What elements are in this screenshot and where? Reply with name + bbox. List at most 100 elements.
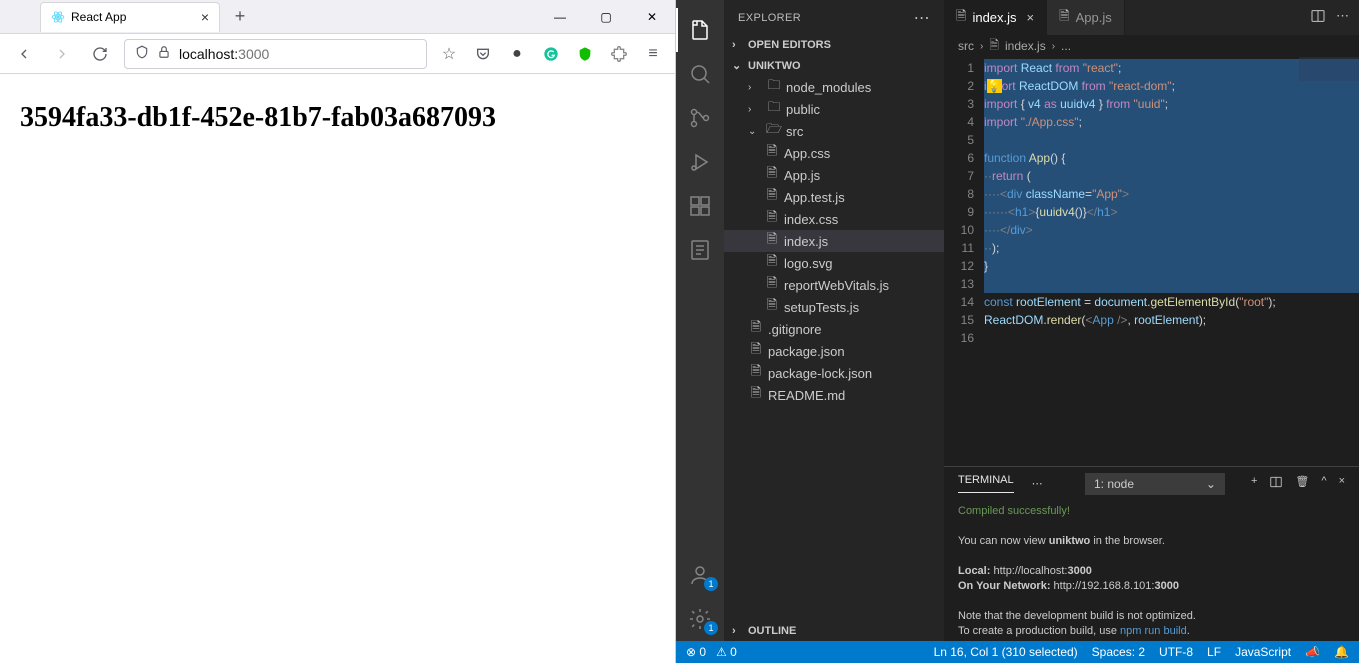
status-bell-icon[interactable]: 🔔: [1334, 645, 1349, 659]
shield-icon: [135, 45, 149, 62]
bottom-panel: TERMINAL ⋯ 1: node⌄ + 🗑 ^ × Compiled suc…: [944, 466, 1359, 641]
activity-todo[interactable]: [676, 228, 724, 272]
explorer-label: EXPLORER: [738, 12, 801, 24]
activity-bar: 1 1: [676, 0, 724, 641]
status-feedback-icon[interactable]: 📣: [1305, 645, 1320, 659]
file-setup-tests[interactable]: 🗎setupTests.js: [724, 296, 944, 318]
activity-extensions[interactable]: [676, 184, 724, 228]
menu-icon[interactable]: ≡: [641, 42, 665, 66]
file-icon: 🗎: [764, 277, 780, 293]
minimap[interactable]: [1299, 57, 1359, 117]
panel-tab-terminal[interactable]: TERMINAL: [958, 474, 1014, 493]
close-panel-icon[interactable]: ×: [1339, 475, 1345, 492]
file-icon: 🗎: [764, 189, 780, 205]
file-tree: ›🗀node_modules ›🗀public ⌄🗁src 🗎App.css 🗎…: [724, 76, 944, 621]
file-app-test[interactable]: 🗎App.test.js: [724, 186, 944, 208]
maximize-panel-icon[interactable]: ^: [1321, 475, 1326, 492]
sidebar-title: EXPLORER ⋯: [724, 0, 944, 35]
status-cursor[interactable]: Ln 16, Col 1 (310 selected): [934, 645, 1078, 659]
nav-back-button[interactable]: [10, 40, 38, 68]
panel-tabs: TERMINAL ⋯ 1: node⌄ + 🗑 ^ ×: [944, 467, 1359, 500]
open-editors-section[interactable]: ›OPEN EDITORS: [724, 35, 944, 55]
status-errors[interactable]: ⊗ 0: [686, 645, 706, 659]
ext-puzzle-icon[interactable]: [607, 42, 631, 66]
file-package-lock[interactable]: 🗎package-lock.json: [724, 362, 944, 384]
folder-src[interactable]: ⌄🗁src: [724, 120, 944, 142]
file-icon: 🗎: [764, 299, 780, 315]
outline-section[interactable]: ›OUTLINE: [724, 621, 944, 641]
editor-group: 🗎index.js× 🗎App.js ⋯ src› 🗎index.js› ...…: [944, 0, 1359, 641]
file-logo-svg[interactable]: 🗎logo.svg: [724, 252, 944, 274]
status-language[interactable]: JavaScript: [1235, 645, 1291, 659]
nav-reload-button[interactable]: [86, 40, 114, 68]
file-app-js[interactable]: 🗎App.js: [724, 164, 944, 186]
file-package-json[interactable]: 🗎package.json: [724, 340, 944, 362]
split-editor-icon[interactable]: [1310, 8, 1326, 27]
file-index-js[interactable]: 🗎index.js: [724, 230, 944, 252]
activity-source-control[interactable]: [676, 96, 724, 140]
new-terminal-icon[interactable]: +: [1251, 475, 1257, 492]
ext-circle-icon[interactable]: ●: [505, 42, 529, 66]
window-controls: — ▢ ✕: [537, 0, 675, 34]
file-readme[interactable]: 🗎README.md: [724, 384, 944, 406]
ext-grammarly-icon[interactable]: [539, 42, 563, 66]
folder-icon: 🗀: [766, 79, 782, 95]
file-icon: 🗎: [748, 321, 764, 337]
status-warnings[interactable]: ⚠ 0: [716, 645, 737, 659]
window-maximize[interactable]: ▢: [583, 0, 629, 34]
new-tab-button[interactable]: +: [226, 3, 254, 31]
activity-explorer[interactable]: [676, 8, 724, 52]
terminal-selector[interactable]: 1: node⌄: [1085, 473, 1225, 495]
vscode-window: 1 1 EXPLORER ⋯ ›OPEN EDITORS ⌄UNIKTWO ›🗀…: [676, 0, 1359, 663]
ext-shield-icon[interactable]: [573, 42, 597, 66]
pocket-icon[interactable]: [471, 42, 495, 66]
bookmark-icon[interactable]: ☆: [437, 42, 461, 66]
close-icon[interactable]: ×: [1027, 10, 1035, 25]
status-spaces[interactable]: Spaces: 2: [1092, 645, 1145, 659]
terminal-output[interactable]: Compiled successfully! You can now view …: [944, 500, 1359, 641]
url-bar[interactable]: localhost:3000: [124, 39, 427, 69]
file-icon: 🗎: [748, 365, 764, 381]
folder-public[interactable]: ›🗀public: [724, 98, 944, 120]
line-gutter: 12345678910111213141516: [944, 57, 984, 466]
status-encoding[interactable]: UTF-8: [1159, 645, 1193, 659]
file-index-css[interactable]: 🗎index.css: [724, 208, 944, 230]
file-rwv[interactable]: 🗎reportWebVitals.js: [724, 274, 944, 296]
editor-tab-index-js[interactable]: 🗎index.js×: [944, 0, 1047, 35]
editor-tab-app-js[interactable]: 🗎App.js: [1047, 0, 1125, 35]
browser-window: React App × + — ▢ ✕ localhost:3000 ☆ ● ≡: [0, 0, 676, 663]
settings-badge: 1: [704, 621, 718, 635]
window-close[interactable]: ✕: [629, 0, 675, 34]
status-bar: ⊗ 0 ⚠ 0 Ln 16, Col 1 (310 selected) Spac…: [676, 641, 1359, 663]
file-icon: 🗎: [748, 387, 764, 403]
editor-more-icon[interactable]: ⋯: [1336, 8, 1349, 27]
browser-tab-bar: React App × + — ▢ ✕: [0, 0, 675, 34]
file-gitignore[interactable]: 🗎.gitignore: [724, 318, 944, 340]
kill-terminal-icon[interactable]: 🗑: [1295, 475, 1309, 492]
sidebar-more-icon[interactable]: ⋯: [914, 8, 930, 28]
file-icon: 🗎: [764, 233, 780, 249]
tab-title: React App: [71, 10, 126, 24]
accounts-badge: 1: [704, 577, 718, 591]
file-icon: 🗎: [989, 36, 999, 57]
window-minimize[interactable]: —: [537, 0, 583, 34]
status-eol[interactable]: LF: [1207, 645, 1221, 659]
activity-search[interactable]: [676, 52, 724, 96]
activity-debug[interactable]: [676, 140, 724, 184]
file-icon: 🗎: [764, 167, 780, 183]
editor-tabs: 🗎index.js× 🗎App.js ⋯: [944, 0, 1359, 35]
file-icon: 🗎: [764, 211, 780, 227]
panel-more-icon[interactable]: ⋯: [1032, 477, 1043, 490]
code-area[interactable]: 12345678910111213141516 import React fro…: [944, 57, 1359, 466]
browser-tab-active[interactable]: React App ×: [40, 2, 220, 32]
breadcrumb[interactable]: src› 🗎index.js› ...: [944, 35, 1359, 57]
file-icon: 🗎: [764, 255, 780, 271]
project-section[interactable]: ⌄UNIKTWO: [724, 55, 944, 76]
split-terminal-icon[interactable]: [1269, 475, 1283, 492]
file-app-css[interactable]: 🗎App.css: [724, 142, 944, 164]
activity-settings[interactable]: 1: [676, 597, 724, 641]
folder-node-modules[interactable]: ›🗀node_modules: [724, 76, 944, 98]
nav-forward-button[interactable]: [48, 40, 76, 68]
tab-close-icon[interactable]: ×: [201, 9, 209, 25]
activity-accounts[interactable]: 1: [676, 553, 724, 597]
